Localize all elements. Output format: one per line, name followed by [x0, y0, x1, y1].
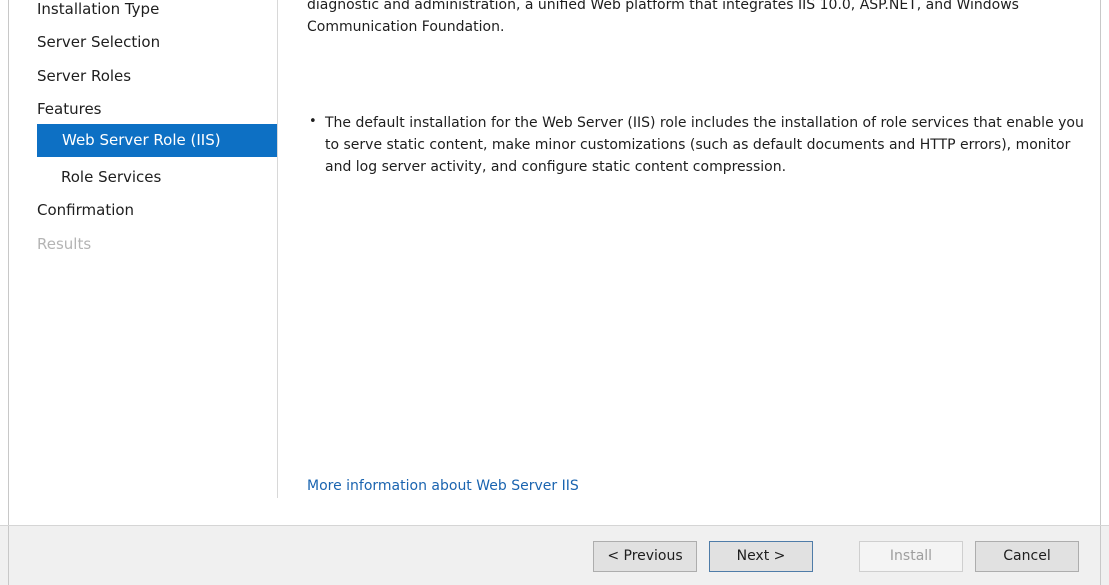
bullet-icon: • — [309, 114, 317, 129]
previous-button[interactable]: < Previous — [593, 541, 697, 572]
install-button[interactable]: Install — [859, 541, 963, 572]
default-installation-text: The default installation for the Web Ser… — [325, 115, 1084, 175]
nav-item-installation-type[interactable]: Installation Type — [37, 0, 159, 26]
nav-item-web-server-role-selected[interactable]: Web Server Role (IIS) — [37, 124, 277, 157]
wizard-navigation: Installation Type Server Selection Serve… — [9, 0, 277, 525]
wizard-footer: < Previous Next > Install Cancel — [0, 525, 1109, 585]
nav-item-confirmation[interactable]: Confirmation — [37, 193, 134, 227]
cancel-button[interactable]: Cancel — [975, 541, 1079, 572]
role-description: diagnostic and administration, a unified… — [307, 0, 1019, 35]
nav-item-results: Results — [37, 235, 92, 253]
nav-item-server-selection[interactable]: Server Selection — [37, 25, 160, 59]
more-information-link[interactable]: More information about Web Server IIS — [307, 478, 579, 494]
next-button[interactable]: Next > — [709, 541, 813, 572]
nav-content-divider — [277, 0, 278, 498]
footer-right-border — [1100, 526, 1101, 585]
nav-item-features[interactable]: Features — [37, 92, 102, 126]
window-right-border — [1100, 0, 1101, 525]
nav-item-role-services[interactable]: Role Services — [61, 160, 161, 194]
footer-left-border — [8, 526, 9, 585]
nav-item-server-roles[interactable]: Server Roles — [37, 59, 131, 93]
nav-item-web-server-role-label: Web Server Role (IIS) — [62, 131, 221, 149]
